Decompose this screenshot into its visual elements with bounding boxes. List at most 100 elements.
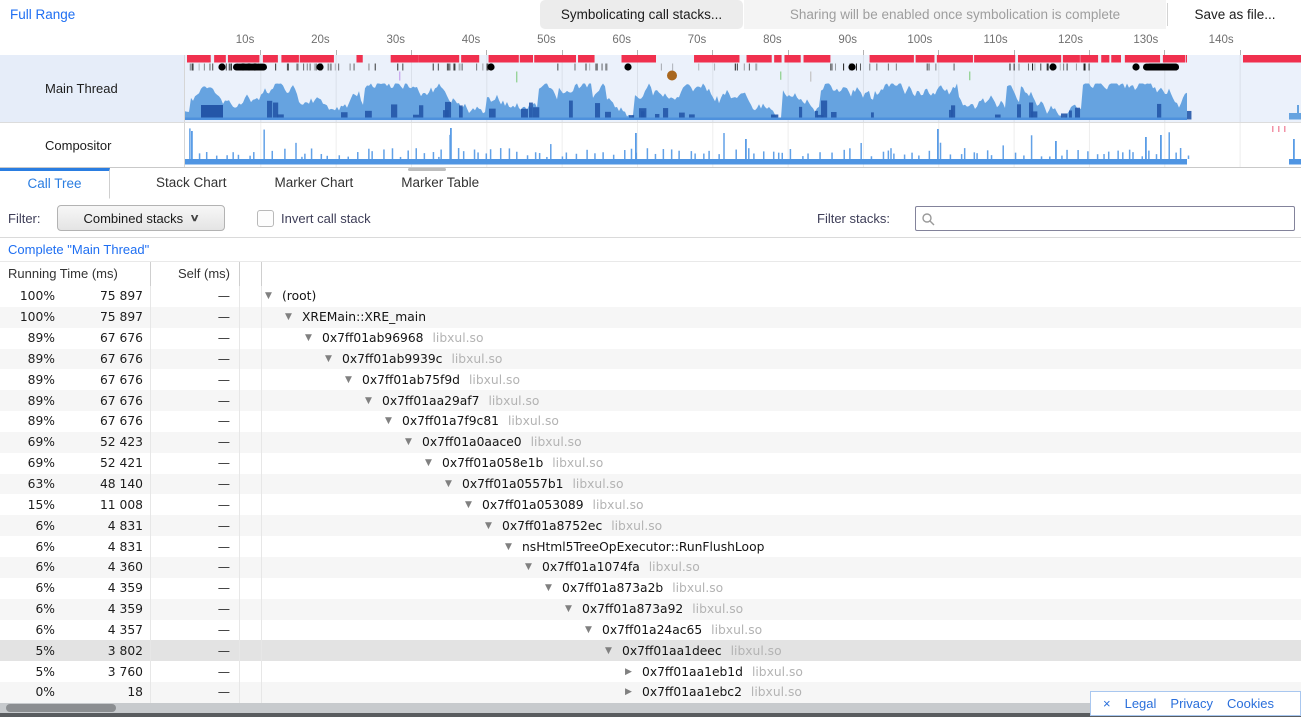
function-name[interactable]: 0x7ff01a058e1b	[442, 456, 543, 470]
toolbar-divider	[1167, 3, 1168, 26]
running-time-value: 67 676	[55, 373, 143, 387]
footer-link-cookies[interactable]: Cookies	[1227, 696, 1274, 711]
timeline-ruler[interactable]: 10s20s30s40s50s60s70s80s90s100s110s120s1…	[0, 30, 1301, 56]
symbolicating-status-button[interactable]: Symbolicating call stacks...	[540, 0, 743, 29]
table-row[interactable]: 15%11 008—▼0x7ff01a053089libxul.so	[0, 494, 1301, 515]
collapse-triangle-icon[interactable]: ▼	[545, 583, 562, 593]
track-label-main-thread[interactable]: Main Thread	[0, 55, 185, 122]
expand-triangle-icon[interactable]: ▶	[625, 687, 642, 697]
running-time-percent: 89%	[0, 373, 55, 387]
running-time-value: 67 676	[55, 394, 143, 408]
tab-marker-chart[interactable]: Marker Chart	[251, 168, 378, 199]
table-row[interactable]: 6%4 357—▼0x7ff01a24ac65libxul.so	[0, 620, 1301, 641]
table-row[interactable]: 6%4 831—▼0x7ff01a8752eclibxul.so	[0, 515, 1301, 536]
col-header-self[interactable]: Self (ms)	[151, 262, 240, 286]
track-label-compositor[interactable]: Compositor	[0, 123, 185, 167]
collapse-triangle-icon[interactable]: ▼	[305, 333, 322, 343]
function-name[interactable]: 0x7ff01a873a92	[582, 602, 683, 616]
function-name[interactable]: 0x7ff01aa1eb1d	[642, 665, 743, 679]
running-time-value: 4 359	[55, 581, 143, 595]
function-name[interactable]: (root)	[282, 289, 316, 303]
function-name[interactable]: nsHtml5TreeOpExecutor::RunFlushLoop	[522, 540, 764, 554]
self-time-value: —	[151, 578, 240, 599]
function-name[interactable]: 0x7ff01ab75f9d	[362, 373, 460, 387]
function-name[interactable]: XREMain::XRE_main	[302, 310, 426, 324]
function-name[interactable]: 0x7ff01a7f9c81	[402, 414, 499, 428]
function-name[interactable]: 0x7ff01ab9939c	[342, 352, 442, 366]
function-name[interactable]: 0x7ff01a0557b1	[462, 477, 564, 491]
tab-stack-chart[interactable]: Stack Chart	[132, 168, 251, 199]
full-range-link[interactable]: Full Range	[10, 0, 75, 29]
collapse-triangle-icon[interactable]: ▼	[445, 479, 462, 489]
table-row[interactable]: 5%3 760—▶0x7ff01aa1eb1dlibxul.so	[0, 661, 1301, 682]
collapse-triangle-icon[interactable]: ▼	[525, 562, 542, 572]
function-name[interactable]: 0x7ff01a873a2b	[562, 581, 663, 595]
table-row[interactable]: 63%48 140—▼0x7ff01a0557b1libxul.so	[0, 474, 1301, 495]
table-row[interactable]: 6%4 359—▼0x7ff01a873a92libxul.so	[0, 599, 1301, 620]
compositor-activity-graph[interactable]	[185, 123, 1301, 167]
function-name[interactable]: 0x7ff01aa29af7	[382, 394, 479, 408]
collapse-triangle-icon[interactable]: ▼	[285, 312, 302, 322]
collapse-triangle-icon[interactable]: ▼	[325, 354, 342, 364]
close-icon[interactable]: ×	[1103, 696, 1111, 711]
save-as-file-button[interactable]: Save as file...	[1169, 0, 1301, 29]
invert-call-stack-label[interactable]: Invert call stack	[281, 200, 371, 237]
collapse-triangle-icon[interactable]: ▼	[405, 437, 422, 447]
stack-search-input[interactable]	[938, 208, 1292, 231]
main-thread-activity-graph[interactable]	[185, 55, 1301, 122]
table-row[interactable]: 89%67 676—▼0x7ff01ab96968libxul.so	[0, 328, 1301, 349]
table-row[interactable]: 100%75 897—▼(root)	[0, 286, 1301, 307]
running-time-percent: 15%	[0, 498, 55, 512]
collapse-triangle-icon[interactable]: ▼	[365, 396, 382, 406]
collapse-triangle-icon[interactable]: ▼	[605, 646, 622, 656]
function-name[interactable]: 0x7ff01a1074fa	[542, 560, 640, 574]
table-row[interactable]: 89%67 676—▼0x7ff01aa29af7libxul.so	[0, 390, 1301, 411]
function-name[interactable]: 0x7ff01ab96968	[322, 331, 424, 345]
collapse-triangle-icon[interactable]: ▼	[565, 604, 582, 614]
collapse-triangle-icon[interactable]: ▼	[465, 500, 482, 510]
running-time-percent: 89%	[0, 414, 55, 428]
collapse-triangle-icon[interactable]: ▼	[485, 521, 502, 531]
row-icon-cell	[240, 515, 262, 536]
table-row[interactable]: 69%52 421—▼0x7ff01a058e1blibxul.so	[0, 453, 1301, 474]
function-name[interactable]: 0x7ff01aa1ebc2	[642, 685, 742, 699]
function-name[interactable]: 0x7ff01aa1deec	[622, 644, 722, 658]
running-time-value: 4 357	[55, 623, 143, 637]
table-row[interactable]: 89%67 676—▼0x7ff01ab75f9dlibxul.so	[0, 369, 1301, 390]
function-name[interactable]: 0x7ff01a24ac65	[602, 623, 702, 637]
collapse-triangle-icon[interactable]: ▼	[585, 625, 602, 635]
ruler-label: 60s	[575, 34, 631, 46]
invert-call-stack-checkbox[interactable]	[257, 210, 274, 227]
tab-marker-table[interactable]: Marker Table	[377, 168, 503, 199]
table-row[interactable]: 6%4 359—▼0x7ff01a873a2blibxul.so	[0, 578, 1301, 599]
function-name[interactable]: 0x7ff01a053089	[482, 498, 584, 512]
footer-link-privacy[interactable]: Privacy	[1170, 696, 1213, 711]
table-row[interactable]: 6%4 831—▼nsHtml5TreeOpExecutor::RunFlush…	[0, 536, 1301, 557]
self-time-value: —	[151, 557, 240, 578]
expand-triangle-icon[interactable]: ▶	[625, 667, 642, 677]
table-row[interactable]: 6%4 360—▼0x7ff01a1074falibxul.so	[0, 557, 1301, 578]
footer-link-legal[interactable]: Legal	[1125, 696, 1157, 711]
library-name: libxul.so	[573, 477, 624, 491]
collapse-triangle-icon[interactable]: ▼	[345, 375, 362, 385]
table-row[interactable]: 100%75 897—▼XREMain::XRE_main	[0, 307, 1301, 328]
ruler-label: 50s	[500, 34, 556, 46]
table-row[interactable]: 69%52 423—▼0x7ff01a0aace0libxul.so	[0, 432, 1301, 453]
row-icon-cell	[240, 369, 262, 390]
timeline-scrollbar-thumb[interactable]	[408, 168, 446, 171]
stacks-filter-dropdown[interactable]: Combined stacks ∨	[57, 205, 225, 231]
tab-call-tree[interactable]: Call Tree	[0, 168, 110, 199]
col-header-running-time[interactable]: Running Time (ms)	[0, 262, 151, 286]
function-name[interactable]: 0x7ff01a8752ec	[502, 519, 602, 533]
collapse-triangle-icon[interactable]: ▼	[425, 458, 442, 468]
table-row[interactable]: 89%67 676—▼0x7ff01ab9939clibxul.so	[0, 349, 1301, 370]
ruler-label: 100s	[876, 34, 932, 46]
collapse-triangle-icon[interactable]: ▼	[505, 542, 522, 552]
table-row[interactable]: 89%67 676—▼0x7ff01a7f9c81libxul.so	[0, 411, 1301, 432]
breadcrumb[interactable]: Complete "Main Thread"	[0, 238, 1301, 262]
function-name[interactable]: 0x7ff01a0aace0	[422, 435, 522, 449]
horizontal-scrollbar-thumb[interactable]	[6, 704, 116, 712]
collapse-triangle-icon[interactable]: ▼	[385, 416, 402, 426]
table-row[interactable]: 5%3 802—▼0x7ff01aa1deeclibxul.so	[0, 640, 1301, 661]
collapse-triangle-icon[interactable]: ▼	[265, 291, 282, 301]
